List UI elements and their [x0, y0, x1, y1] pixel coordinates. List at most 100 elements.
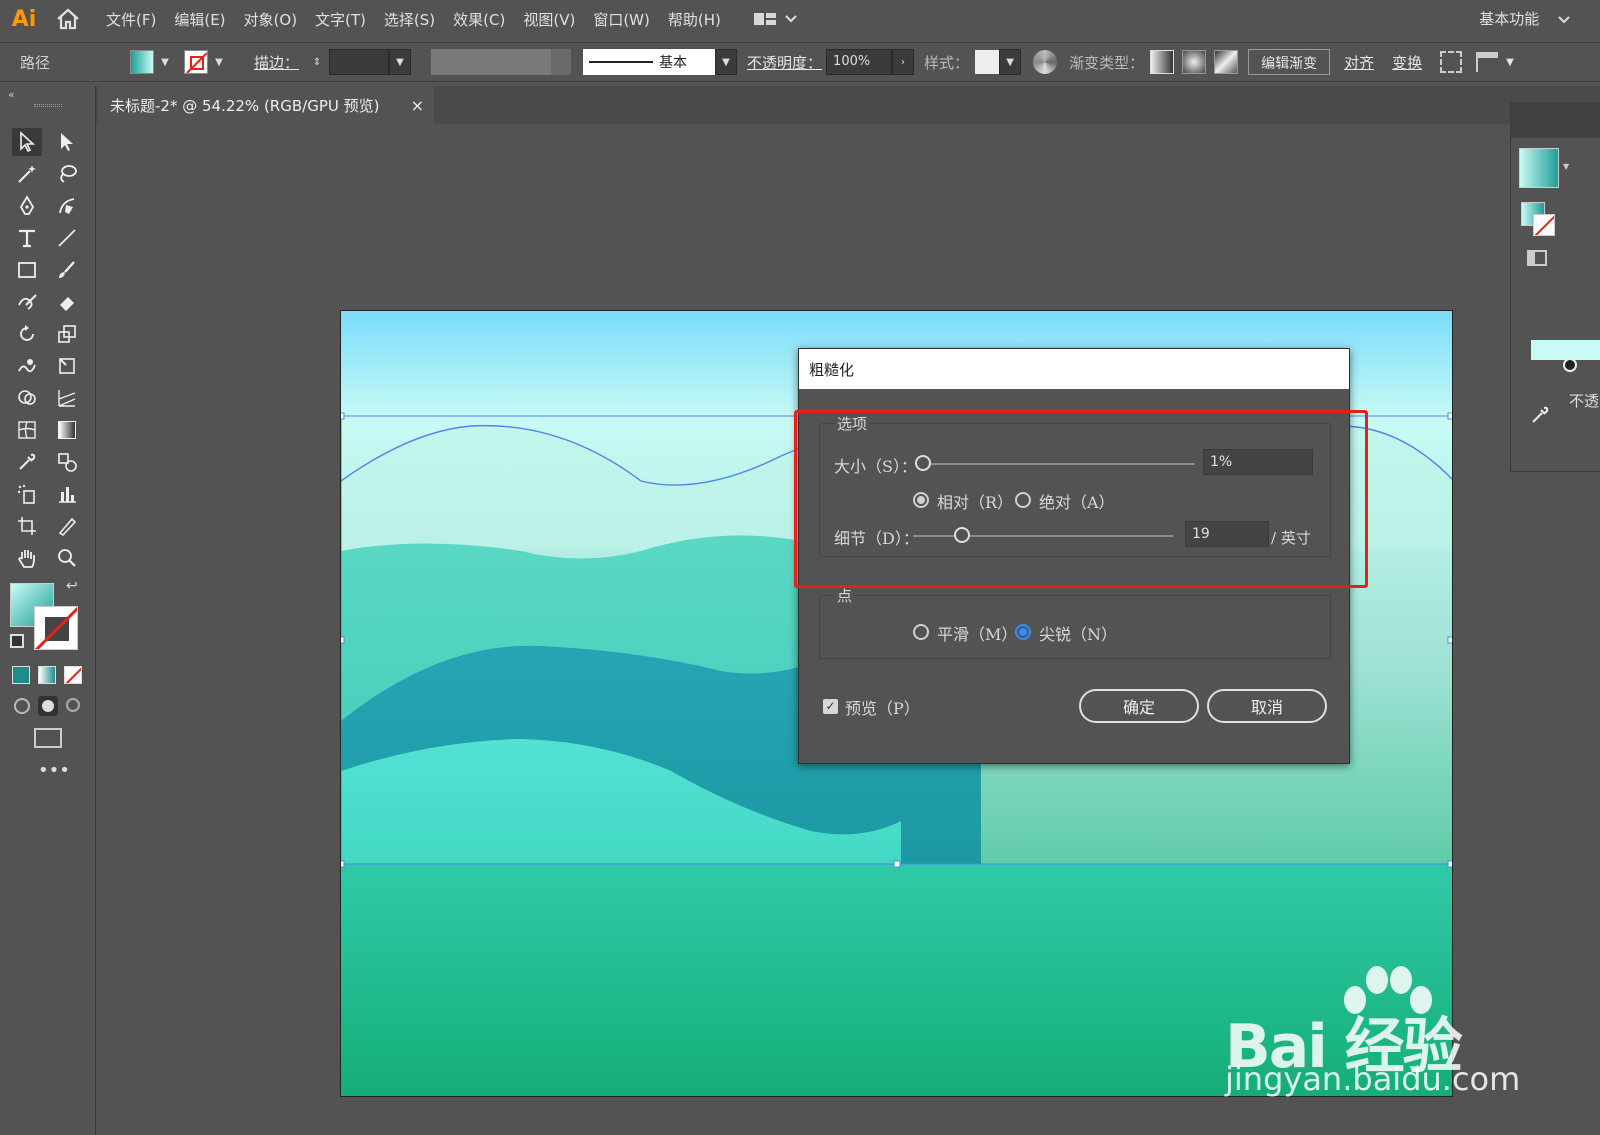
- stroke-color-swatch[interactable]: [34, 606, 78, 650]
- selection-handle-bottom-right[interactable]: [1447, 860, 1453, 868]
- draw-inside-icon[interactable]: [66, 698, 80, 712]
- radial-gradient-button[interactable]: [1182, 50, 1207, 74]
- variable-width-profile[interactable]: [431, 49, 552, 75]
- close-icon[interactable]: ×: [411, 96, 424, 115]
- slice-tool-icon[interactable]: [52, 512, 82, 540]
- rotate-tool-icon[interactable]: [12, 320, 42, 348]
- menu-window[interactable]: 窗口(W): [593, 9, 650, 30]
- gradient-mode-button[interactable]: [38, 666, 56, 684]
- gradient-tool-icon[interactable]: [52, 416, 82, 444]
- menu-type[interactable]: 文字(T): [315, 9, 366, 30]
- perspective-grid-tool-icon[interactable]: [52, 384, 82, 412]
- type-tool-icon[interactable]: [12, 224, 42, 252]
- preview-checkbox[interactable]: ✓: [823, 699, 838, 714]
- rectangle-tool-icon[interactable]: [12, 256, 42, 284]
- chevron-down-icon[interactable]: ▼: [1506, 57, 1514, 68]
- color-mode-button[interactable]: [12, 666, 30, 684]
- menu-view[interactable]: 视图(V): [523, 9, 575, 30]
- more-tools-icon[interactable]: •••: [38, 760, 70, 781]
- cancel-button[interactable]: 取消: [1207, 689, 1327, 723]
- align-link[interactable]: 对齐: [1344, 52, 1374, 73]
- dialog-title[interactable]: 粗糙化: [799, 349, 1349, 389]
- direct-selection-tool-icon[interactable]: [52, 128, 82, 156]
- home-icon[interactable]: [48, 8, 88, 30]
- freeform-gradient-button[interactable]: [1214, 50, 1239, 74]
- paintbrush-tool-icon[interactable]: [52, 256, 82, 284]
- blend-tool-icon[interactable]: [52, 448, 82, 476]
- scale-tool-icon[interactable]: [52, 320, 82, 348]
- opacity-input[interactable]: 100%: [826, 49, 893, 75]
- workspace-switcher[interactable]: 基本功能: [1479, 8, 1570, 29]
- brush-definition-dropdown[interactable]: ▼: [715, 49, 738, 75]
- brush-definition[interactable]: 基本: [583, 49, 716, 75]
- menu-help[interactable]: 帮助(H): [668, 9, 721, 30]
- default-fill-stroke-icon[interactable]: [10, 634, 24, 648]
- stroke-label[interactable]: 描边：: [254, 52, 299, 73]
- linear-gradient-button[interactable]: [1150, 50, 1175, 74]
- eyedropper-tool-icon[interactable]: [12, 448, 42, 476]
- edit-gradient-button[interactable]: 编辑渐变: [1248, 49, 1331, 75]
- selection-handle-bottom-left[interactable]: [341, 860, 345, 868]
- artboard-tool-icon[interactable]: [12, 512, 42, 540]
- menu-object[interactable]: 对象(O): [244, 9, 298, 30]
- selection-handle-top-right[interactable]: [1447, 412, 1453, 420]
- lasso-tool-icon[interactable]: [52, 160, 82, 188]
- opacity-expand-button[interactable]: ›: [892, 49, 915, 75]
- selection-tool-icon[interactable]: [12, 128, 42, 156]
- smooth-radio[interactable]: [913, 624, 929, 640]
- selection-handle-middle-right[interactable]: [1447, 636, 1453, 644]
- stroke-weight-dropdown[interactable]: ▼: [389, 49, 412, 75]
- fill-swatch-control[interactable]: ▼: [130, 49, 176, 75]
- menu-effect[interactable]: 效果(C): [453, 9, 505, 30]
- gradient-swatch[interactable]: [1519, 148, 1559, 188]
- menu-edit[interactable]: 编辑(E): [174, 9, 225, 30]
- pen-tool-icon[interactable]: [12, 192, 42, 220]
- stroke-swatch-control[interactable]: ▼: [184, 49, 230, 75]
- chevron-down-icon[interactable]: ▼: [1563, 162, 1569, 171]
- eyedropper-icon[interactable]: [1529, 402, 1551, 430]
- stroke-weight-stepper[interactable]: ⇕: [307, 49, 327, 75]
- draw-behind-icon[interactable]: [38, 696, 58, 716]
- corner-radio[interactable]: [1015, 624, 1031, 640]
- graphic-style-swatch[interactable]: [975, 50, 1000, 74]
- reverse-gradient-icon[interactable]: [1527, 250, 1547, 266]
- gradient-slider-bar[interactable]: [1531, 340, 1600, 360]
- selection-handle-middle-left[interactable]: [341, 636, 345, 644]
- arrange-documents-button[interactable]: [753, 11, 797, 27]
- smooth-label[interactable]: 平滑（M）: [937, 621, 1017, 645]
- mesh-tool-icon[interactable]: [12, 416, 42, 444]
- shaper-tool-icon[interactable]: [12, 288, 42, 316]
- shape-builder-tool-icon[interactable]: [12, 384, 42, 412]
- opacity-label[interactable]: 不透明度：: [747, 52, 822, 73]
- hand-tool-icon[interactable]: [12, 544, 42, 572]
- recolor-artwork-icon[interactable]: [1033, 50, 1058, 74]
- symbol-sprayer-tool-icon[interactable]: [12, 480, 42, 508]
- stroke-weight-input[interactable]: [329, 49, 390, 75]
- fill-stroke-mini[interactable]: [1521, 202, 1557, 238]
- selection-handle-bottom-center[interactable]: [893, 860, 901, 868]
- magic-wand-tool-icon[interactable]: [12, 160, 42, 188]
- panel-grip[interactable]: [34, 104, 62, 107]
- ok-button[interactable]: 确定: [1079, 689, 1199, 723]
- column-graph-tool-icon[interactable]: [52, 480, 82, 508]
- free-transform-tool-icon[interactable]: [52, 352, 82, 380]
- warp-tool-icon[interactable]: [12, 352, 42, 380]
- align-options-icon[interactable]: [1476, 52, 1499, 72]
- zoom-tool-icon[interactable]: [52, 544, 82, 572]
- draw-normal-icon[interactable]: [14, 698, 30, 714]
- eraser-tool-icon[interactable]: [52, 288, 82, 316]
- panel-collapse-icon[interactable]: «: [8, 88, 15, 101]
- curvature-tool-icon[interactable]: [52, 192, 82, 220]
- none-mode-button[interactable]: [64, 666, 82, 684]
- transform-link[interactable]: 变换: [1392, 52, 1422, 73]
- document-tab[interactable]: 未标题-2* @ 54.22% (RGB/GPU 预览) ×: [98, 86, 434, 124]
- preview-label[interactable]: 预览（P）: [845, 695, 920, 719]
- line-segment-tool-icon[interactable]: [52, 224, 82, 252]
- gradient-stop[interactable]: [1563, 358, 1577, 372]
- isolate-icon[interactable]: [1440, 51, 1463, 73]
- swap-fill-stroke-icon[interactable]: ↩: [66, 578, 78, 594]
- graphic-style-dropdown[interactable]: ▼: [999, 49, 1022, 75]
- variable-width-dropdown[interactable]: [551, 49, 572, 75]
- menu-file[interactable]: 文件(F): [106, 9, 156, 30]
- corner-label[interactable]: 尖锐（N）: [1039, 621, 1117, 645]
